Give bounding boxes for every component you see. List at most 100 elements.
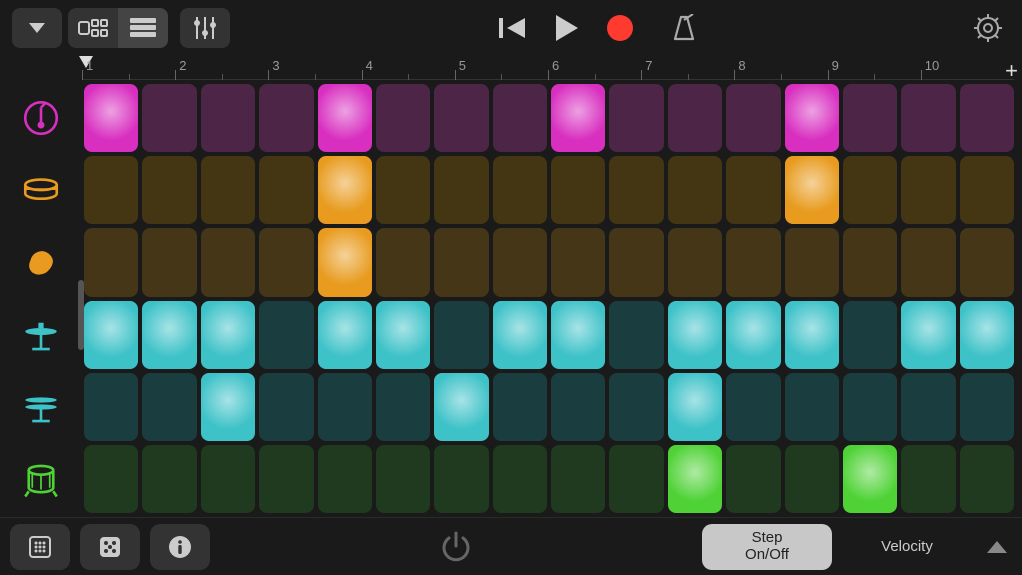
step-cell[interactable] [142,84,196,152]
step-cell[interactable] [785,84,839,152]
step-onoff-mode-button[interactable]: Step On/Off [702,524,832,570]
step-cell[interactable] [318,84,372,152]
step-cell[interactable] [901,373,955,441]
step-cell[interactable] [84,84,138,152]
step-cell[interactable] [960,228,1014,296]
instrument-snare[interactable] [6,156,76,224]
step-cell[interactable] [901,228,955,296]
step-cell[interactable] [785,445,839,513]
step-cell[interactable] [318,301,372,369]
step-cell[interactable] [609,445,663,513]
list-view-button[interactable] [118,8,168,48]
step-cell[interactable] [201,228,255,296]
step-cell[interactable] [142,373,196,441]
step-cell[interactable] [960,301,1014,369]
step-cell[interactable] [668,445,722,513]
step-cell[interactable] [785,228,839,296]
step-cell[interactable] [493,301,547,369]
step-cell[interactable] [551,156,605,224]
step-cell[interactable] [201,84,255,152]
metronome-button[interactable] [660,8,708,48]
step-cell[interactable] [259,156,313,224]
step-cell[interactable] [960,156,1014,224]
step-cell[interactable] [960,84,1014,152]
step-cell[interactable] [493,373,547,441]
step-cell[interactable] [609,84,663,152]
step-cell[interactable] [843,373,897,441]
step-cell[interactable] [493,445,547,513]
step-cell[interactable] [901,445,955,513]
step-cell[interactable] [201,373,255,441]
step-cell[interactable] [376,156,430,224]
step-cell[interactable] [901,301,955,369]
settings-button[interactable] [966,8,1010,48]
step-cell[interactable] [668,373,722,441]
step-cell[interactable] [201,156,255,224]
step-cell[interactable] [84,228,138,296]
step-cell[interactable] [84,156,138,224]
step-cell[interactable] [785,156,839,224]
step-cell[interactable] [434,373,488,441]
step-cell[interactable] [493,84,547,152]
mode-arrow-up-button[interactable] [982,541,1012,553]
step-cell[interactable] [843,228,897,296]
step-cell[interactable] [201,445,255,513]
step-cell[interactable] [376,84,430,152]
step-cell[interactable] [785,301,839,369]
instrument-clap[interactable] [6,228,76,296]
step-cell[interactable] [201,301,255,369]
step-cell[interactable] [434,445,488,513]
pad-view-button[interactable] [68,8,118,48]
step-cell[interactable] [726,156,780,224]
step-cell[interactable] [960,373,1014,441]
step-cell[interactable] [609,156,663,224]
step-cell[interactable] [843,301,897,369]
power-button[interactable] [431,524,481,570]
step-cell[interactable] [434,84,488,152]
instrument-tom[interactable] [6,445,76,513]
step-cell[interactable] [493,156,547,224]
step-cell[interactable] [259,228,313,296]
step-cell[interactable] [668,228,722,296]
step-cell[interactable] [726,228,780,296]
step-cell[interactable] [609,228,663,296]
step-cell[interactable] [434,156,488,224]
mixer-button[interactable] [180,8,230,48]
browser-dropdown-button[interactable] [12,8,62,48]
step-cell[interactable] [843,445,897,513]
step-cell[interactable] [376,228,430,296]
step-cell[interactable] [960,445,1014,513]
step-cell[interactable] [142,301,196,369]
step-cell[interactable] [551,373,605,441]
step-cell[interactable] [318,445,372,513]
step-cell[interactable] [551,84,605,152]
step-cell[interactable] [142,445,196,513]
step-cell[interactable] [142,156,196,224]
step-cell[interactable] [259,445,313,513]
step-cell[interactable] [84,445,138,513]
instrument-hihat-closed[interactable] [6,301,76,369]
step-cell[interactable] [785,373,839,441]
rewind-button[interactable] [488,8,536,48]
step-cell[interactable] [318,373,372,441]
step-cell[interactable] [259,301,313,369]
step-cell[interactable] [318,228,372,296]
step-cell[interactable] [609,301,663,369]
step-cell[interactable] [142,228,196,296]
step-cell[interactable] [376,445,430,513]
instrument-hihat-open[interactable] [6,373,76,441]
step-cell[interactable] [551,228,605,296]
step-cell[interactable] [259,84,313,152]
step-cell[interactable] [726,445,780,513]
step-cell[interactable] [843,84,897,152]
step-cell[interactable] [551,301,605,369]
timeline-ruler[interactable]: 12345678910 + [82,56,1014,80]
step-cell[interactable] [668,156,722,224]
step-cell[interactable] [84,373,138,441]
instrument-kick[interactable] [6,84,76,152]
grid-settings-button[interactable] [10,524,70,570]
step-cell[interactable] [318,156,372,224]
step-cell[interactable] [668,84,722,152]
step-cell[interactable] [434,301,488,369]
step-cell[interactable] [726,301,780,369]
